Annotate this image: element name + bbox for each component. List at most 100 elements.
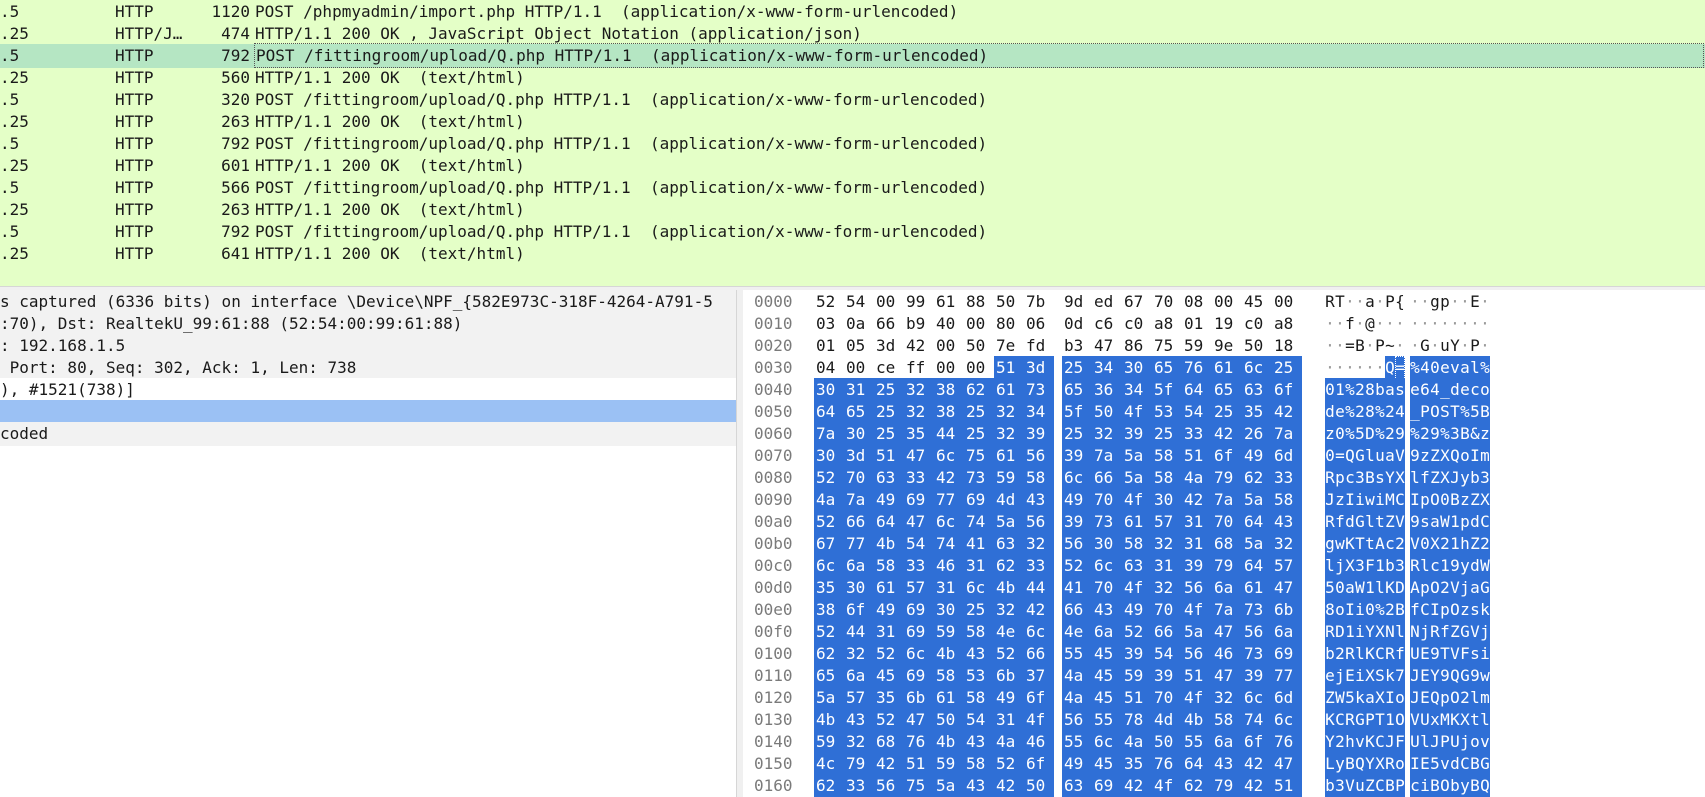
ascii-char[interactable]: % <box>1375 598 1385 622</box>
hex-byte[interactable]: 53 <box>1152 400 1182 424</box>
ascii-char[interactable]: f <box>1420 466 1430 490</box>
hex-byte[interactable]: 45 <box>1092 642 1122 666</box>
hex-byte[interactable]: 7a <box>1212 598 1242 622</box>
ascii-char[interactable]: X <box>1375 752 1385 776</box>
hex-byte[interactable]: 56 <box>1242 620 1272 644</box>
hex-byte[interactable]: 00 <box>844 356 874 380</box>
hex-byte[interactable]: 62 <box>1182 774 1212 797</box>
ascii-char[interactable]: 3 <box>1450 422 1460 446</box>
hex-byte[interactable]: 00 <box>1212 290 1242 314</box>
ascii-char[interactable]: X <box>1365 664 1375 688</box>
ascii-char[interactable]: 2 <box>1420 422 1430 446</box>
ascii-char[interactable]: 2 <box>1480 532 1490 556</box>
ascii-char[interactable]: 2 <box>1355 400 1365 424</box>
packet-row[interactable]: .25 HTTP 601 HTTP/1.1 200 OK (text/html) <box>0 154 1705 178</box>
packet-row[interactable]: .25 HTTP 263 HTTP/1.1 200 OK (text/html) <box>0 110 1705 134</box>
ascii-char[interactable]: C <box>1335 708 1345 732</box>
ascii-char[interactable]: C <box>1480 510 1490 534</box>
hex-byte[interactable]: 32 <box>1092 422 1122 446</box>
hex-byte[interactable]: 6c <box>1092 730 1122 754</box>
hex-byte[interactable]: 52 <box>994 752 1024 776</box>
ascii-char[interactable]: p <box>1460 510 1470 534</box>
ascii-char[interactable]: i <box>1355 664 1365 688</box>
ascii-char[interactable]: g <box>1325 532 1335 556</box>
hex-byte[interactable]: 4f <box>1182 598 1212 622</box>
hex-byte[interactable]: 6c <box>904 642 934 666</box>
ascii-char[interactable]: y <box>1460 466 1470 490</box>
hex-byte[interactable]: 62 <box>1242 466 1272 490</box>
hex-byte[interactable]: 6a <box>1092 620 1122 644</box>
ascii-char[interactable]: E <box>1420 664 1430 688</box>
ascii-char[interactable]: · <box>1355 312 1365 336</box>
hex-byte[interactable]: 32 <box>1152 576 1182 600</box>
ascii-char[interactable]: R <box>1325 290 1335 314</box>
hex-byte[interactable]: 55 <box>1062 642 1092 666</box>
hex-byte[interactable]: 65 <box>1212 378 1242 402</box>
ascii-char[interactable]: a <box>1345 576 1355 600</box>
hex-byte[interactable]: 4e <box>1062 620 1092 644</box>
hex-byte[interactable]: c6 <box>1092 312 1122 336</box>
hex-byte[interactable]: 66 <box>874 312 904 336</box>
hex-byte[interactable]: 64 <box>1182 378 1212 402</box>
ascii-char[interactable]: % <box>1345 378 1355 402</box>
hex-byte[interactable]: 9e <box>1212 334 1242 358</box>
hex-byte[interactable]: 52 <box>814 510 844 534</box>
hex-byte[interactable]: 6c <box>934 510 964 534</box>
hex-byte[interactable]: 7a <box>1212 488 1242 512</box>
hex-byte[interactable]: 5a <box>1242 532 1272 556</box>
hex-byte[interactable]: 6c <box>934 444 964 468</box>
hex-byte[interactable]: 08 <box>1182 290 1212 314</box>
hex-byte[interactable]: 51 <box>994 356 1024 380</box>
ascii-char[interactable]: · <box>1325 334 1335 358</box>
hex-byte[interactable]: 42 <box>904 334 934 358</box>
ascii-char[interactable]: Z <box>1470 488 1480 512</box>
hex-byte[interactable]: 3d <box>1024 356 1054 380</box>
ascii-char[interactable]: 9 <box>1430 642 1440 666</box>
ascii-char[interactable]: a <box>1385 378 1395 402</box>
hex-byte[interactable]: 32 <box>844 730 874 754</box>
ascii-char[interactable]: % <box>1345 400 1355 424</box>
ascii-char[interactable]: Q <box>1450 444 1460 468</box>
ascii-char[interactable]: = <box>1395 356 1405 380</box>
hex-byte[interactable]: 69 <box>964 488 994 512</box>
hex-byte[interactable]: 4f <box>1152 774 1182 797</box>
hex-byte[interactable]: 42 <box>1024 598 1054 622</box>
ascii-char[interactable]: o <box>1470 730 1480 754</box>
hex-byte[interactable]: 50 <box>964 334 994 358</box>
hex-byte[interactable]: 42 <box>934 466 964 490</box>
hex-byte[interactable]: 58 <box>964 686 994 710</box>
ascii-char[interactable]: l <box>1395 620 1405 644</box>
hex-byte[interactable]: 38 <box>934 378 964 402</box>
hex-byte[interactable]: 6a <box>1212 730 1242 754</box>
hex-byte[interactable]: 6b <box>994 664 1024 688</box>
hex-byte[interactable]: c0 <box>1122 312 1152 336</box>
hex-byte[interactable]: 68 <box>874 730 904 754</box>
ascii-char[interactable]: P <box>1365 708 1375 732</box>
hex-byte[interactable]: 65 <box>1152 356 1182 380</box>
hex-byte[interactable]: 31 <box>934 576 964 600</box>
hex-byte[interactable]: 6f <box>1024 752 1054 776</box>
ascii-char[interactable]: 2 <box>1335 730 1345 754</box>
hex-byte[interactable]: 33 <box>844 774 874 797</box>
hex-byte[interactable]: 32 <box>1272 532 1302 556</box>
ascii-char[interactable]: K <box>1385 576 1395 600</box>
hex-byte[interactable]: 6c <box>1062 466 1092 490</box>
hex-byte[interactable]: 42 <box>1212 422 1242 446</box>
ascii-char[interactable]: j <box>1420 620 1430 644</box>
ascii-char[interactable]: 3 <box>1355 466 1365 490</box>
hex-byte[interactable]: 38 <box>934 400 964 424</box>
ascii-char[interactable]: % <box>1410 356 1420 380</box>
ascii-char[interactable]: 2 <box>1440 576 1450 600</box>
hex-byte[interactable]: 49 <box>1242 444 1272 468</box>
hex-byte[interactable]: 52 <box>874 642 904 666</box>
hex-byte[interactable]: 5a <box>1122 444 1152 468</box>
hex-byte[interactable]: 65 <box>814 664 844 688</box>
ascii-char[interactable]: X <box>1375 620 1385 644</box>
ascii-char[interactable]: · <box>1385 312 1395 336</box>
hex-byte[interactable]: 50 <box>934 708 964 732</box>
ascii-char[interactable]: l <box>1375 576 1385 600</box>
hex-byte[interactable]: 4a <box>1182 466 1212 490</box>
hex-byte[interactable]: 56 <box>1182 642 1212 666</box>
ascii-char[interactable]: X <box>1440 466 1450 490</box>
ascii-char[interactable]: o <box>1395 752 1405 776</box>
